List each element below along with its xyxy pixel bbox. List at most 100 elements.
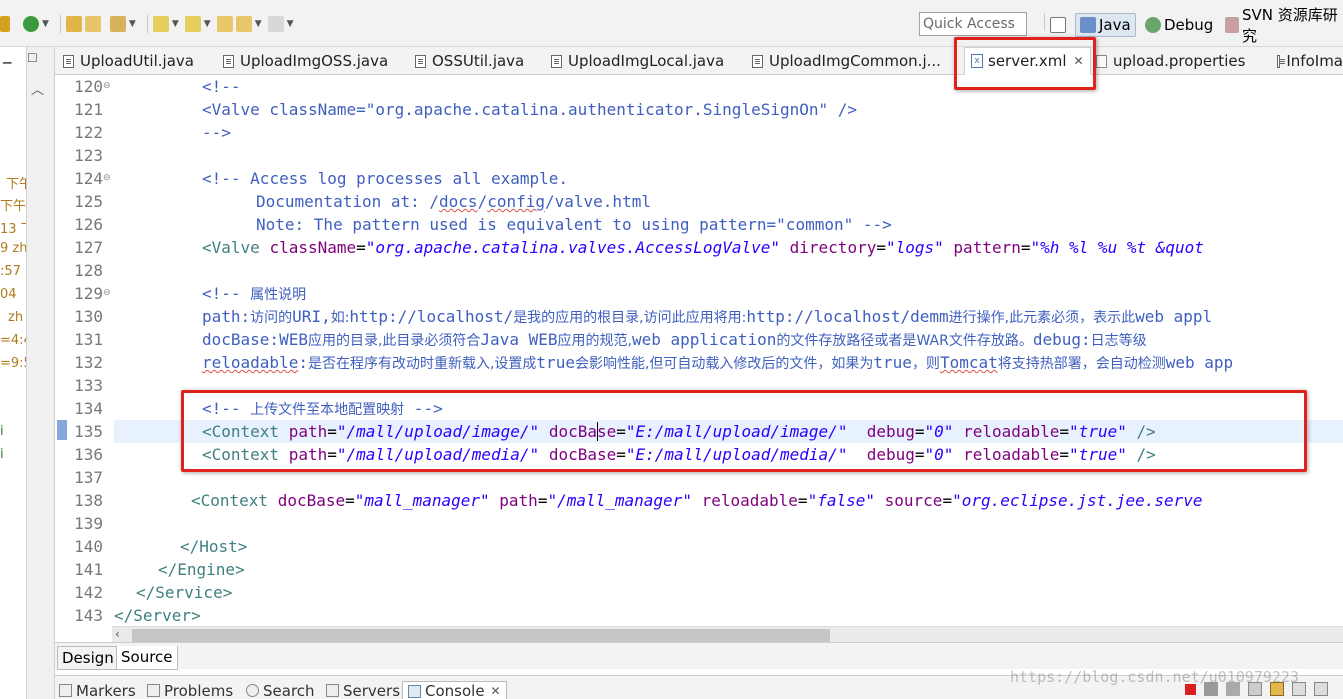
code-line-136[interactable]: <Context path="/mall/upload/media/" docB… — [202, 443, 1156, 466]
problems-icon — [147, 684, 160, 697]
run-dropdown-icon[interactable]: ▼ — [42, 16, 49, 32]
svn-perspective-icon — [1225, 17, 1240, 33]
xml-editor[interactable]: 120 ⊖ 121 122 123 124 ⊖ 125 126 127 128 129 ⊖ 130 131 1… — [55, 75, 1343, 626]
left-fragment: 下午 — [6, 177, 26, 192]
scrollbar-thumb[interactable] — [132, 629, 830, 643]
scroll-up-icon[interactable]: ︿ — [31, 79, 44, 98]
fold-collapse-icon[interactable]: ⊖ — [103, 75, 111, 98]
tab-markers[interactable]: Markers — [59, 681, 136, 699]
xml-value: "mall_manager" — [354, 491, 490, 510]
build-icon[interactable] — [0, 16, 10, 32]
forward-icon[interactable] — [267, 16, 284, 32]
brush-icon[interactable] — [109, 16, 126, 32]
next-annotation-icon[interactable] — [152, 16, 169, 32]
tab-uploadimgoss[interactable]: UploadImgOSS.java — [223, 47, 388, 75]
back-dropdown-icon[interactable]: ▼ — [255, 16, 262, 32]
code-line-129[interactable]: <!-- 属性说明 — [202, 282, 306, 305]
code-line-140[interactable]: </Host> — [180, 535, 247, 558]
maximize-icon[interactable]: ☐ — [27, 51, 38, 65]
java-file-icon — [752, 54, 763, 68]
tab-design[interactable]: Design — [57, 646, 119, 670]
code-comment-cn: 属性说明 — [250, 287, 307, 303]
code-comment: debug: — [1032, 330, 1091, 349]
xml-value: "E:/mall/upload/media/" — [625, 445, 848, 464]
quick-access-input[interactable] — [919, 12, 1027, 36]
code-line-124[interactable]: <!-- Access log processes all example. — [202, 167, 568, 190]
open-type-icon[interactable] — [84, 16, 101, 32]
code-line-132[interactable]: reloadable:是否在程序有改动时重新载入,设置成true会影响性能,但可… — [202, 351, 1233, 374]
xml-tag: /> — [1126, 422, 1156, 441]
tab-servers[interactable]: Servers — [326, 681, 400, 699]
perspective-debug[interactable]: Debug — [1141, 13, 1217, 37]
java-file-icon — [415, 54, 426, 68]
tab-console[interactable]: Console ✕ — [402, 681, 507, 699]
close-tab-icon[interactable]: ✕ — [491, 684, 501, 698]
horizontal-scrollbar[interactable]: ‹ — [112, 626, 1343, 643]
pin-console-icon[interactable] — [1314, 682, 1328, 696]
left-fragment: 9 zh — [0, 241, 27, 256]
prev-annotation-icon[interactable] — [184, 16, 201, 32]
xml-file-icon: x — [971, 54, 983, 68]
code-line-138[interactable]: <Context docBase="mall_manager" path="/m… — [191, 489, 1203, 512]
next-annotation-dropdown-icon[interactable]: ▼ — [172, 16, 179, 32]
perspective-svn[interactable]: SVN 资源库研究 — [1221, 6, 1343, 45]
tab-ossutil[interactable]: OSSUtil.java — [415, 47, 524, 75]
scroll-left-icon[interactable]: ‹ — [115, 627, 120, 641]
fold-collapse-icon[interactable]: ⊖ — [103, 167, 111, 190]
open-folder-icon[interactable] — [65, 16, 82, 32]
xml-tag: </Engine> — [158, 560, 245, 579]
tab-uploadimgcommon[interactable]: UploadImgCommon.j... — [752, 47, 941, 75]
code-line-130[interactable]: path:访问的URI,如:http://localhost/是我的应用的根目录… — [202, 305, 1212, 328]
code-line-141[interactable]: </Engine> — [158, 558, 245, 581]
open-perspective-icon[interactable] — [1050, 17, 1066, 33]
fold-collapse-icon[interactable]: ⊖ — [103, 282, 111, 305]
line-number: 136 — [74, 445, 103, 464]
xml-tag: <Context — [202, 445, 280, 464]
tab-label: Search — [263, 681, 315, 699]
line-number: 133 — [74, 376, 103, 395]
xml-attr: path — [499, 491, 538, 510]
xml-tag: <Valve — [202, 238, 260, 257]
tab-label: Problems — [164, 681, 234, 699]
code-comment: config — [487, 192, 545, 211]
code-line-122[interactable]: --> — [202, 121, 231, 144]
code-line-135[interactable]: <Context path="/mall/upload/image/" docB… — [202, 420, 1156, 443]
line-number: 143 — [74, 606, 103, 625]
code-line-125[interactable]: Documentation at: /docs/config/valve.htm… — [256, 190, 651, 213]
last-edit-icon[interactable] — [216, 16, 233, 32]
left-fragment: i — [0, 447, 4, 462]
tab-upload-properties[interactable]: upload.properties — [1096, 47, 1245, 75]
code-line-121[interactable]: <Valve className="org.apache.catalina.au… — [202, 98, 857, 121]
xml-attr: directory — [789, 238, 877, 257]
code-comment: http://localhost/demm — [746, 307, 949, 326]
forward-dropdown-icon[interactable]: ▼ — [287, 16, 294, 32]
code-comment: docs — [439, 192, 478, 211]
code-comment: docBase:WEB — [202, 330, 308, 349]
tab-label: OSSUtil.java — [432, 52, 525, 70]
prev-annotation-dropdown-icon[interactable]: ▼ — [204, 16, 211, 32]
tab-server-xml[interactable]: x server.xml ✕ — [964, 47, 1091, 75]
code-line-134[interactable]: <!-- 上传文件至本地配置映射 --> — [202, 397, 443, 420]
tab-uploadutil[interactable]: UploadUtil.java — [63, 47, 194, 75]
tab-infoima[interactable]: InfoIma — [1277, 47, 1343, 75]
code-line-126[interactable]: Note: The pattern used is equivalent to … — [256, 213, 892, 236]
brush-dropdown-icon[interactable]: ▼ — [129, 16, 136, 32]
close-tab-icon[interactable]: ✕ — [1074, 54, 1084, 68]
left-view-scrollbar[interactable]: ☐ ︿ — [27, 47, 55, 699]
back-icon[interactable] — [235, 16, 252, 32]
run-icon[interactable] — [23, 16, 39, 32]
line-number: 123 — [74, 146, 103, 165]
perspective-java[interactable]: Java — [1075, 13, 1136, 37]
tab-search[interactable]: Search — [246, 681, 315, 699]
code-line-127[interactable]: <Valve className="org.apache.catalina.va… — [202, 236, 1204, 259]
code-line-142[interactable]: </Service> — [136, 581, 232, 604]
code-comment: --> — [202, 123, 231, 142]
tab-uploadimglocal[interactable]: UploadImgLocal.java — [551, 47, 724, 75]
tab-source[interactable]: Source — [116, 646, 178, 670]
code-line-143[interactable]: </Server> — [114, 604, 201, 626]
code-line-131[interactable]: docBase:WEB应用的目录,此目录必须符合Java WEB应用的规范,we… — [202, 328, 1147, 351]
code-line-120[interactable]: <!-- — [202, 75, 241, 98]
code-comment-cn: 进行操作,此元素必须，表示此 — [948, 310, 1136, 326]
tab-problems[interactable]: Problems — [147, 681, 233, 699]
minimize-icon[interactable]: ▁ — [3, 51, 11, 64]
